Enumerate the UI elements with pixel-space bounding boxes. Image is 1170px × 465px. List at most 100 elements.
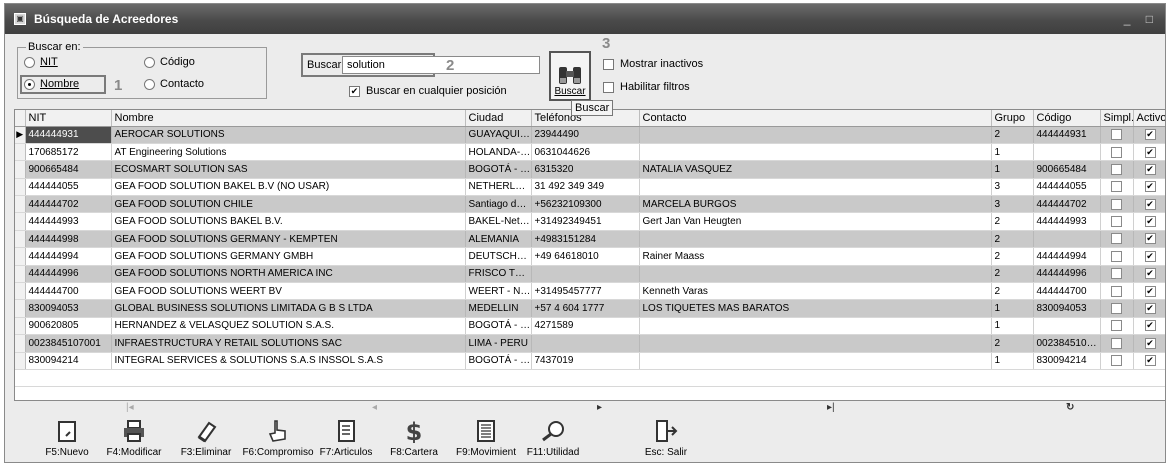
results-grid[interactable]: NIT Nombre Ciudad Teléfonos Contacto Gru… xyxy=(14,109,1165,401)
table-row[interactable]: 444444994 GEA FOOD SOLUTIONS GERMANY GMBH… xyxy=(15,247,1165,266)
mostrar-inactivos-box[interactable] xyxy=(603,58,614,70)
cell-codigo: 444444702 xyxy=(1033,195,1101,214)
table-row[interactable]: 900665484 ECOSMART SOLUTION SAS BOGOTÁ - B… xyxy=(15,160,1165,179)
activo-checkbox[interactable]: ✔ xyxy=(1144,129,1156,141)
header-contacto[interactable]: Contacto xyxy=(639,110,992,127)
simpl-checkbox[interactable] xyxy=(1111,303,1122,315)
activo-checkbox[interactable]: ✔ xyxy=(1144,337,1156,349)
table-row[interactable]: 444444700 GEA FOOD SOLUTIONS WEERT BV WEER… xyxy=(15,282,1165,301)
simpl-checkbox[interactable] xyxy=(1111,181,1122,193)
buscar-en-group: Buscar en: NIT Código Nombre 1 Contacto xyxy=(17,41,267,99)
cell-nombre: ECOSMART SOLUTION SAS xyxy=(111,160,466,179)
simpl-checkbox[interactable] xyxy=(1111,233,1122,245)
table-row[interactable]: 444444998 GEA FOOD SOLUTIONS GERMANY - KE… xyxy=(15,230,1165,249)
cell-telefono: 31 492 349 349 xyxy=(531,178,640,197)
any-position-check-mark[interactable]: ✔ xyxy=(349,85,360,97)
empty-cell xyxy=(465,386,531,400)
header-activo[interactable]: Activo xyxy=(1133,110,1165,127)
movements-button[interactable]: F9:Movimient xyxy=(451,419,521,458)
simpl-checkbox[interactable] xyxy=(1111,285,1122,297)
simpl-checkbox[interactable] xyxy=(1111,268,1122,280)
activo-checkbox[interactable]: ✔ xyxy=(1144,216,1156,228)
simpl-checkbox[interactable] xyxy=(1111,163,1122,175)
activo-checkbox[interactable]: ✔ xyxy=(1144,198,1156,210)
radio-nit-dot[interactable] xyxy=(24,56,35,68)
any-position-checkbox[interactable]: ✔ Buscar en cualquier posición xyxy=(349,85,507,97)
radio-codigo[interactable]: Código xyxy=(144,56,195,68)
search-input[interactable] xyxy=(342,56,540,74)
simpl-checkbox[interactable] xyxy=(1111,198,1122,210)
empty-cell xyxy=(1100,386,1133,400)
habilitar-filtros-checkbox[interactable]: Habilitar filtros xyxy=(603,81,690,93)
cell-codigo: 444444931 xyxy=(1033,126,1101,144)
radio-nombre-dot[interactable] xyxy=(24,78,35,90)
table-row[interactable]: 170685172 AT Engineering Solutions HOLANDA… xyxy=(15,143,1165,162)
window-title: Búsqueda de Acreedores xyxy=(34,12,179,26)
simpl-checkbox[interactable] xyxy=(1111,355,1122,367)
activo-checkbox[interactable]: ✔ xyxy=(1144,268,1156,280)
radio-contacto-dot[interactable] xyxy=(144,78,155,90)
simpl-checkbox[interactable] xyxy=(1111,250,1122,262)
header-nombre[interactable]: Nombre xyxy=(111,110,466,127)
activo-checkbox[interactable]: ✔ xyxy=(1144,163,1156,175)
header-simpl[interactable]: Simpl. xyxy=(1100,110,1134,127)
mostrar-inactivos-checkbox[interactable]: Mostrar inactivos xyxy=(603,58,703,70)
activo-checkbox[interactable]: ✔ xyxy=(1144,233,1156,245)
cell-nombre: GEA FOOD SOLUTIONS WEERT BV xyxy=(111,282,466,301)
activo-checkbox[interactable]: ✔ xyxy=(1144,250,1156,262)
modify-button[interactable]: F4:Modificar xyxy=(99,419,169,458)
cell-ciudad: WEERT - NETHERL... xyxy=(465,282,532,301)
activo-checkbox[interactable]: ✔ xyxy=(1144,355,1156,367)
table-row[interactable]: 830094053 GLOBAL BUSINESS SOLUTIONS LIMIT… xyxy=(15,299,1165,318)
cell-nombre: GEA FOOD SOLUTION CHILE xyxy=(111,195,466,214)
cell-telefono: 0631044626 xyxy=(531,143,640,162)
radio-codigo-dot[interactable] xyxy=(144,56,155,68)
table-row[interactable]: 444444702 GEA FOOD SOLUTION CHILE Santiago… xyxy=(15,195,1165,214)
table-row[interactable]: 444444055 GEA FOOD SOLUTION BAKEL B.V (NO… xyxy=(15,178,1165,197)
nav-prev-icon[interactable]: ◂ xyxy=(372,402,377,413)
nav-next-icon[interactable]: ▸ xyxy=(597,402,602,413)
simpl-checkbox[interactable] xyxy=(1111,216,1122,228)
nav-first-icon[interactable]: |◂ xyxy=(126,402,134,413)
table-row[interactable]: 444444996 GEA FOOD SOLUTIONS NORTH AMERIC… xyxy=(15,265,1165,284)
activo-checkbox[interactable]: ✔ xyxy=(1144,303,1156,315)
printer-icon xyxy=(124,420,144,442)
empty-cell xyxy=(15,386,25,400)
header-ciudad[interactable]: Ciudad xyxy=(465,110,532,127)
simpl-checkbox[interactable] xyxy=(1111,146,1122,158)
header-codigo[interactable]: Código xyxy=(1033,110,1101,127)
magnifier-icon xyxy=(542,421,564,442)
table-row[interactable]: ▶444444931AEROCAR SOLUTIONSGUAYAQUIL - E… xyxy=(15,126,1165,144)
articles-button[interactable]: F7:Articulos xyxy=(311,419,381,458)
simpl-checkbox[interactable] xyxy=(1111,129,1122,141)
radio-contacto[interactable]: Contacto xyxy=(144,78,204,90)
activo-checkbox[interactable]: ✔ xyxy=(1144,146,1156,158)
delete-button[interactable]: F3:Eliminar xyxy=(171,419,241,458)
nav-refresh-icon[interactable]: ↻ xyxy=(1066,402,1074,413)
cell-ciudad: DEUTSCHLAND - G... xyxy=(465,247,532,266)
header-nit[interactable]: NIT xyxy=(25,110,112,127)
exit-button[interactable]: Esc: Salir xyxy=(631,419,701,458)
activo-checkbox[interactable]: ✔ xyxy=(1144,181,1156,193)
new-button[interactable]: F5:Nuevo xyxy=(32,419,102,458)
window-controls[interactable]: _ □ xyxy=(1124,12,1159,26)
simpl-checkbox[interactable] xyxy=(1111,337,1122,349)
table-row[interactable]: 444444993 GEA FOOD SOLUTIONS BAKEL B.V. BA… xyxy=(15,212,1165,231)
nav-last-icon[interactable]: ▸| xyxy=(827,402,835,413)
table-row[interactable]: 900620805 HERNANDEZ & VELASQUEZ SOLUTION … xyxy=(15,317,1165,336)
activo-checkbox[interactable]: ✔ xyxy=(1144,285,1156,297)
simpl-checkbox[interactable] xyxy=(1111,320,1122,332)
habilitar-filtros-box[interactable] xyxy=(603,81,614,93)
table-row[interactable]: 830094214 INTEGRAL SERVICES & SOLUTIONS S… xyxy=(15,352,1165,370)
table-row[interactable]: 0023845107001 INFRAESTRUCTURA Y RETAIL SO… xyxy=(15,334,1165,353)
header-grupo[interactable]: Grupo xyxy=(991,110,1034,127)
radio-nit[interactable]: NIT xyxy=(24,56,58,68)
cell-telefono: 6315320 xyxy=(531,160,640,179)
commitment-button[interactable]: F6:Compromiso xyxy=(242,419,314,458)
radio-nombre[interactable]: Nombre xyxy=(24,78,79,90)
cartera-button[interactable]: $ F8:Cartera xyxy=(379,419,449,458)
cell-activo: ✔ xyxy=(1133,178,1165,197)
activo-checkbox[interactable]: ✔ xyxy=(1144,320,1156,332)
utility-button[interactable]: F11:Utilidad xyxy=(518,419,588,458)
search-button[interactable]: Buscar xyxy=(549,51,591,101)
